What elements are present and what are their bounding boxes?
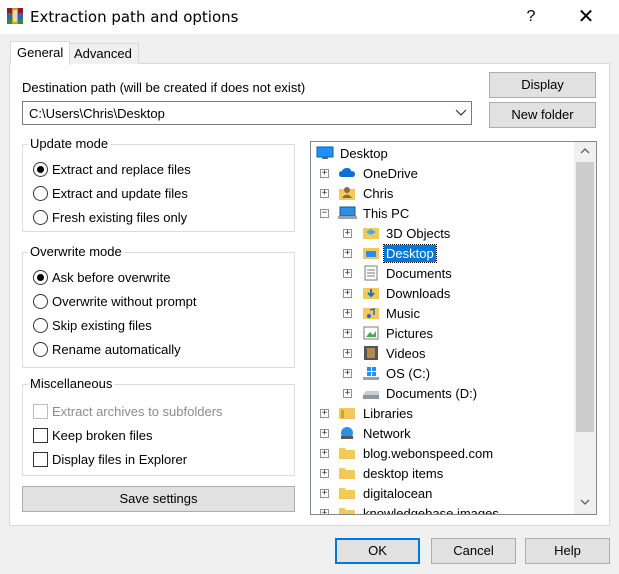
- radio-fresh-existing[interactable]: [33, 210, 48, 225]
- new-folder-button[interactable]: New folder: [489, 102, 596, 128]
- expand-icon[interactable]: +: [320, 469, 329, 478]
- videos-icon: [362, 345, 378, 360]
- display-button[interactable]: Display: [489, 72, 596, 98]
- expand-icon[interactable]: +: [343, 369, 352, 378]
- user-folder-icon: [338, 185, 355, 200]
- expand-icon[interactable]: +: [320, 409, 329, 418]
- ok-button[interactable]: OK: [335, 538, 420, 564]
- tab-advanced[interactable]: Advanced: [67, 43, 139, 64]
- winrar-app-icon: [6, 7, 24, 25]
- expand-icon[interactable]: +: [320, 489, 329, 498]
- cloud-icon: [338, 166, 355, 180]
- expand-icon[interactable]: +: [320, 429, 329, 438]
- desktop-icon: [316, 146, 334, 160]
- destination-path-value: C:\Users\Chris\Desktop: [29, 106, 165, 121]
- radio-ask-before-overwrite[interactable]: [33, 270, 48, 285]
- overwrite-mode-title: Overwrite mode: [28, 244, 124, 259]
- expand-icon[interactable]: +: [343, 249, 352, 258]
- expand-icon[interactable]: +: [320, 189, 329, 198]
- cancel-button[interactable]: Cancel: [431, 538, 516, 564]
- expand-icon[interactable]: +: [320, 449, 329, 458]
- expand-icon[interactable]: +: [343, 289, 352, 298]
- checkbox-display-in-explorer-label[interactable]: Display files in Explorer: [52, 452, 187, 467]
- radio-rename-automatically-label[interactable]: Rename automatically: [52, 342, 181, 357]
- update-mode-title: Update mode: [28, 136, 111, 151]
- network-icon: [338, 426, 354, 440]
- tab-general[interactable]: General: [10, 41, 71, 65]
- computer-icon: [338, 206, 357, 220]
- close-button[interactable]: ✕: [566, 4, 606, 30]
- radio-extract-update-label[interactable]: Extract and update files: [52, 186, 188, 201]
- checkbox-keep-broken-files[interactable]: [33, 428, 48, 443]
- radio-extract-update[interactable]: [33, 186, 48, 201]
- desktop-folder-icon: [362, 246, 379, 260]
- folder-icon: [338, 466, 355, 480]
- expand-icon[interactable]: +: [343, 389, 352, 398]
- save-settings-button[interactable]: Save settings: [22, 486, 295, 512]
- radio-extract-replace-label[interactable]: Extract and replace files: [52, 162, 191, 177]
- radio-skip-existing-label[interactable]: Skip existing files: [52, 318, 152, 333]
- radio-overwrite-without-prompt[interactable]: [33, 294, 48, 309]
- radio-rename-automatically[interactable]: [33, 342, 48, 357]
- help-title-button[interactable]: ?: [516, 4, 546, 30]
- radio-skip-existing[interactable]: [33, 318, 48, 333]
- scroll-down-icon[interactable]: [574, 495, 596, 512]
- close-icon: ✕: [577, 6, 595, 28]
- help-button[interactable]: Help: [525, 538, 610, 564]
- documents-icon: [362, 265, 378, 281]
- folder-icon: [338, 446, 355, 460]
- expand-icon[interactable]: +: [320, 169, 329, 178]
- scroll-up-icon[interactable]: [574, 144, 596, 161]
- expand-icon[interactable]: +: [343, 269, 352, 278]
- downloads-icon: [362, 286, 379, 300]
- libraries-icon: [338, 406, 355, 420]
- folder-icon: [338, 506, 355, 514]
- radio-overwrite-without-prompt-label[interactable]: Overwrite without prompt: [52, 294, 197, 309]
- destination-path-label: Destination path (will be created if doe…: [22, 80, 306, 95]
- expand-icon[interactable]: +: [343, 329, 352, 338]
- expand-icon[interactable]: +: [343, 229, 352, 238]
- chevron-down-icon[interactable]: [455, 104, 467, 125]
- selected-node-label: Desktop: [383, 244, 437, 263]
- folder-icon: [338, 486, 355, 500]
- radio-fresh-existing-label[interactable]: Fresh existing files only: [52, 210, 187, 225]
- window-title: Extraction path and options: [30, 8, 239, 26]
- radio-ask-before-overwrite-label[interactable]: Ask before overwrite: [52, 270, 171, 285]
- checkbox-display-in-explorer[interactable]: [33, 452, 48, 467]
- expand-icon[interactable]: +: [343, 309, 352, 318]
- tree-scrollbar-thumb[interactable]: [576, 162, 594, 432]
- radio-extract-replace[interactable]: [33, 162, 48, 177]
- drive-icon: [362, 386, 379, 400]
- expand-icon[interactable]: +: [320, 509, 329, 514]
- windows-drive-icon: [362, 366, 379, 380]
- music-icon: [362, 306, 379, 320]
- pictures-icon: [362, 325, 379, 340]
- collapse-icon[interactable]: −: [320, 209, 329, 218]
- tree-item-knowledgebase-clip: + knowledgebase images: [311, 504, 573, 514]
- checkbox-extract-subfolders: [33, 404, 48, 419]
- 3d-objects-icon: [362, 226, 379, 240]
- expand-icon[interactable]: +: [343, 349, 352, 358]
- checkbox-extract-subfolders-label: Extract archives to subfolders: [52, 404, 223, 419]
- checkbox-keep-broken-files-label[interactable]: Keep broken files: [52, 428, 152, 443]
- destination-path-combo[interactable]: C:\Users\Chris\Desktop: [22, 101, 472, 125]
- miscellaneous-title: Miscellaneous: [28, 376, 115, 391]
